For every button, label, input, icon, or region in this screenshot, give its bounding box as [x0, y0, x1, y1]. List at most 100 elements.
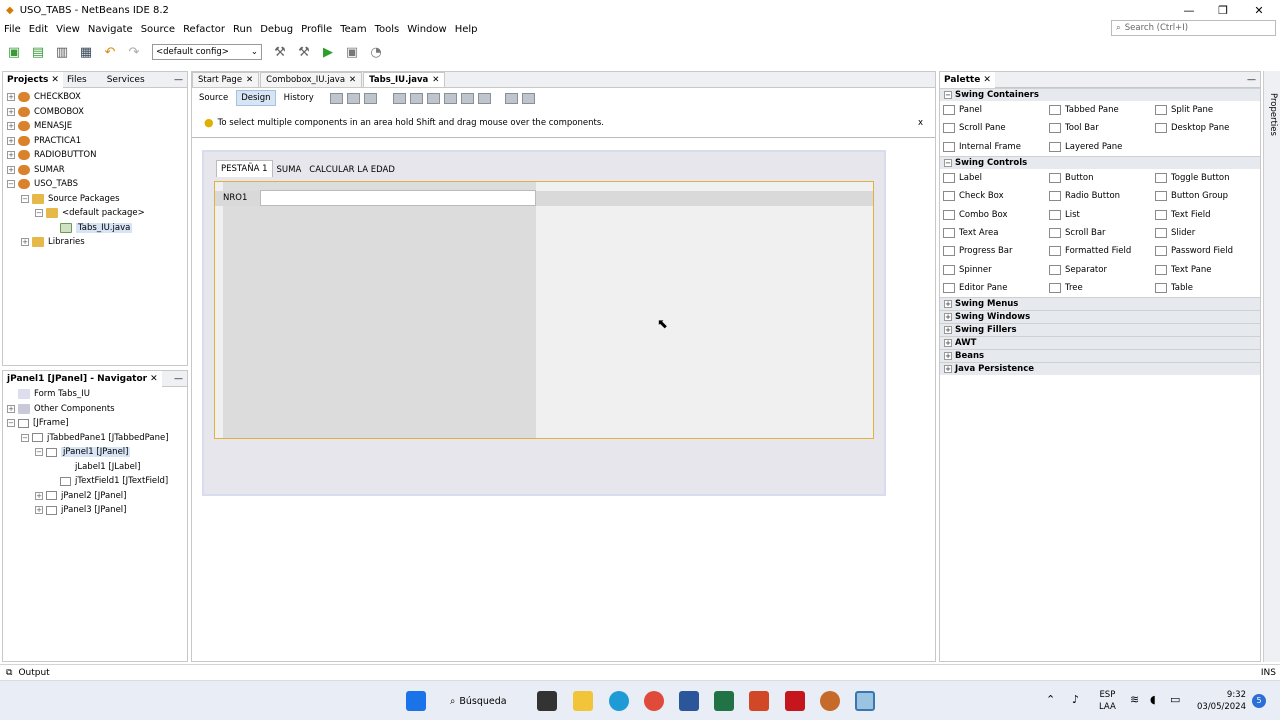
wifi-icon[interactable]: ≋ [1130, 693, 1139, 706]
taskbar-search[interactable]: ⌕ Búsqueda [442, 689, 522, 713]
collapse-icon[interactable]: − [35, 209, 43, 218]
tree-item[interactable]: + RADIOBUTTON [7, 148, 183, 163]
palette-section-header[interactable]: + Beans [940, 348, 1260, 362]
collapse-icon[interactable]: − [21, 194, 29, 203]
file-explorer-icon[interactable] [573, 691, 593, 711]
close-icon[interactable]: ✕ [246, 75, 253, 85]
tree-item[interactable]: − jPanel1 [JPanel] [7, 445, 183, 460]
expand-icon[interactable]: + [7, 136, 15, 145]
jpanel1[interactable]: NRO1 [214, 181, 874, 439]
profile-icon[interactable]: ◔ [366, 42, 386, 62]
run-icon[interactable]: ▶ [318, 42, 338, 62]
excel-icon[interactable] [714, 691, 734, 711]
palette-item[interactable]: Separator [1049, 260, 1155, 278]
center-vertical-icon[interactable] [477, 92, 491, 104]
tab-navigator[interactable]: jPanel1 [JPanel] - Navigator ✕ [3, 370, 162, 387]
palette-item[interactable]: Desktop Pane [1155, 119, 1261, 137]
label-nro1[interactable]: NRO1 [223, 193, 247, 203]
build-icon[interactable]: ⚒ [270, 42, 290, 62]
tree-item[interactable]: Tabs_IU.java [7, 221, 183, 236]
menu-refactor[interactable]: Refactor [179, 24, 229, 35]
menu-edit[interactable]: Edit [25, 24, 52, 35]
collapse-icon[interactable]: − [7, 180, 15, 189]
redo-icon[interactable]: ↷ [124, 42, 144, 62]
align-top-icon[interactable] [443, 92, 457, 104]
palette-item[interactable]: Text Pane [1155, 260, 1261, 278]
tree-item[interactable]: Form Tabs_IU [7, 387, 183, 402]
palette-item[interactable]: Layered Pane [1049, 138, 1155, 156]
palette-item[interactable]: Button [1049, 169, 1155, 187]
collapse-icon[interactable]: − [7, 419, 15, 428]
tree-item[interactable]: jLabel1 [JLabel] [7, 460, 183, 475]
palette-item[interactable]: Slider [1155, 224, 1261, 242]
palette-item[interactable]: Combo Box [943, 205, 1049, 223]
palette-item[interactable]: Editor Pane [943, 279, 1049, 297]
expand-icon[interactable]: + [7, 151, 15, 160]
chrome-icon[interactable] [644, 691, 664, 711]
palette-item[interactable]: Internal Frame [943, 138, 1049, 156]
hint-close-button[interactable]: x [918, 118, 923, 128]
menu-team[interactable]: Team [336, 24, 370, 35]
tree-item[interactable]: − <default package> [7, 206, 183, 221]
form-tab-calcular[interactable]: CALCULAR LA EDAD [305, 160, 399, 177]
menu-file[interactable]: File [0, 24, 25, 35]
tree-item[interactable]: − USO_TABS [7, 177, 183, 192]
menu-navigate[interactable]: Navigate [84, 24, 137, 35]
palette-item[interactable]: Radio Button [1049, 187, 1155, 205]
debug-icon[interactable]: ▣ [342, 42, 362, 62]
collapse-icon[interactable]: − [944, 91, 952, 99]
battery-icon[interactable]: ▭ [1170, 693, 1180, 706]
volume-icon[interactable]: ◖ [1150, 693, 1156, 706]
minimize-panel-icon[interactable]: — [1243, 72, 1260, 88]
tree-item[interactable]: jTextField1 [JTextField] [7, 474, 183, 489]
tree-item[interactable]: + Libraries [7, 235, 183, 250]
palette-section-header[interactable]: + Swing Fillers [940, 322, 1260, 336]
tab-projects[interactable]: Projects ✕ [3, 71, 63, 88]
minimize-panel-icon[interactable]: — [170, 371, 187, 387]
palette-section-header[interactable]: + Swing Menus [940, 296, 1260, 310]
tab-services[interactable]: Services [103, 72, 149, 88]
palette-item[interactable]: Check Box [943, 187, 1049, 205]
close-icon[interactable]: ✕ [51, 75, 59, 85]
menu-view[interactable]: View [52, 24, 84, 35]
tree-item[interactable]: − [JFrame] [7, 416, 183, 431]
expand-icon[interactable]: + [35, 491, 43, 500]
close-button[interactable]: ✕ [1242, 0, 1276, 20]
close-icon[interactable]: ✕ [349, 75, 356, 85]
save-all-icon[interactable]: ▦ [76, 42, 96, 62]
palette-section-header[interactable]: + Swing Windows [940, 309, 1260, 323]
align-left-icon[interactable] [392, 92, 406, 104]
form-tab-pestana1[interactable]: PESTAÑA 1 [216, 160, 273, 177]
menu-tools[interactable]: Tools [371, 24, 404, 35]
expand-icon[interactable]: + [944, 364, 952, 373]
expand-icon[interactable]: + [7, 165, 15, 174]
palette-item[interactable]: Progress Bar [943, 242, 1049, 260]
resize-vertical-icon[interactable] [521, 92, 535, 104]
word-icon[interactable] [679, 691, 699, 711]
expand-icon[interactable]: + [944, 325, 952, 334]
palette-item[interactable]: Text Area [943, 224, 1049, 242]
palette-item[interactable]: Formatted Field [1049, 242, 1155, 260]
tab-files[interactable]: Files [63, 72, 91, 88]
close-icon[interactable]: ✕ [983, 75, 991, 85]
center-horizontal-icon[interactable] [426, 92, 440, 104]
close-icon[interactable]: ✕ [150, 374, 158, 384]
language-indicator[interactable]: ESP LAA [1099, 689, 1116, 713]
tree-item[interactable]: + PRACTICA1 [7, 134, 183, 149]
palette-item[interactable]: Password Field [1155, 242, 1261, 260]
menu-debug[interactable]: Debug [256, 24, 297, 35]
preview-design-icon[interactable] [363, 92, 377, 104]
palette-item[interactable]: Table [1155, 279, 1261, 297]
chevron-up-icon[interactable]: ⌃ [1046, 693, 1055, 706]
history-button[interactable]: History [280, 91, 318, 105]
palette-item[interactable]: Tool Bar [1049, 119, 1155, 137]
task-view-icon[interactable] [537, 691, 557, 711]
search-box[interactable]: ⌕ Search (Ctrl+I) [1111, 20, 1276, 36]
tree-item[interactable]: − jTabbedPane1 [JTabbedPane] [7, 431, 183, 446]
tree-item[interactable]: + Other Components [7, 402, 183, 417]
tree-item[interactable]: + COMBOBOX [7, 105, 183, 120]
menu-profile[interactable]: Profile [297, 24, 336, 35]
palette-item[interactable]: Scroll Bar [1049, 224, 1155, 242]
align-bottom-icon[interactable] [460, 92, 474, 104]
powerpoint-icon[interactable] [749, 691, 769, 711]
